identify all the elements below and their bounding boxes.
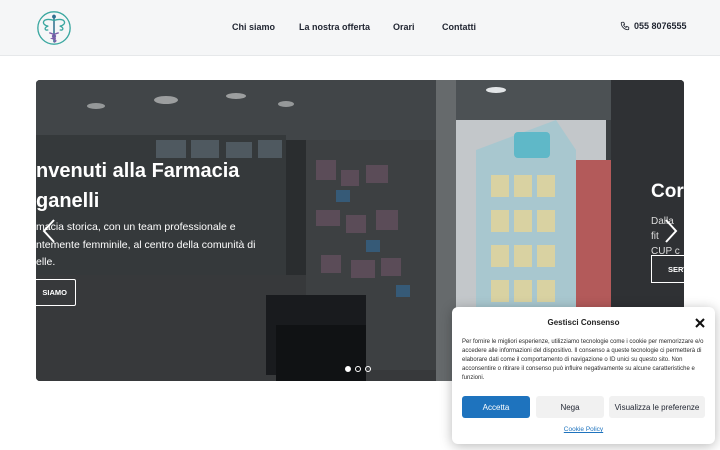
close-icon[interactable] <box>694 317 706 329</box>
slider-dot-3[interactable] <box>365 366 371 372</box>
view-preferences-button[interactable]: Visualizza le preferenze <box>609 396 705 418</box>
nav-chi-siamo[interactable]: Chi siamo <box>232 22 275 32</box>
next-slide-servizi-button[interactable]: SERV <box>651 255 684 283</box>
cookie-consent-dialog: Gestisci Consenso Per fornire le miglior… <box>452 307 715 444</box>
slide-description: macia storica, con un team professionale… <box>36 221 256 268</box>
slider-dot-2[interactable] <box>355 366 361 372</box>
chevron-right-icon[interactable] <box>664 218 678 244</box>
cookie-dialog-text: Per fornire le migliori esperienze, util… <box>462 339 704 381</box>
phone-icon <box>620 21 630 31</box>
deny-button[interactable]: Nega <box>536 396 604 418</box>
site-header: Chi siamo La nostra offerta Orari Contat… <box>0 0 720 56</box>
chevron-left-icon[interactable] <box>42 218 56 244</box>
slider-dot-1[interactable] <box>345 366 351 372</box>
cookie-dialog-title: Gestisci Consenso <box>547 318 620 327</box>
phone-number: 055 8076555 <box>634 21 687 31</box>
slider-dots <box>345 366 371 372</box>
caduceus-logo[interactable] <box>35 9 73 47</box>
nav-la-nostra-offerta[interactable]: La nostra offerta <box>299 22 370 32</box>
nav-contatti[interactable]: Contatti <box>442 22 476 32</box>
slide-title: nvenuti alla Farmacia ganelli <box>36 160 240 212</box>
next-slide-title: Cor <box>651 181 684 202</box>
nav-orari[interactable]: Orari <box>393 22 415 32</box>
cookie-policy-link[interactable]: Cookie Policy <box>452 426 715 433</box>
accept-button[interactable]: Accetta <box>462 396 530 418</box>
slide-chi-siamo-button[interactable]: SIAMO <box>36 279 76 306</box>
phone-link[interactable]: 055 8076555 <box>620 21 687 31</box>
